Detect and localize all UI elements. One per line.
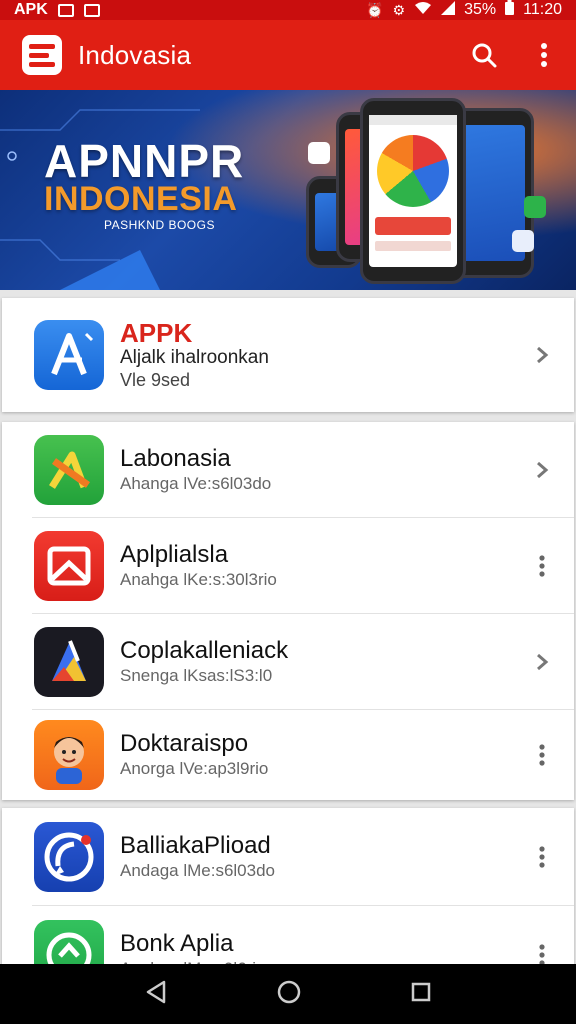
home-icon[interactable] [277,980,301,1009]
aplplialsla-app-icon [34,531,104,601]
list-item-balliakaplioad[interactable]: BalliakaPlioad Andaga lMe:s6l03do [2,808,574,906]
more-vert-icon[interactable] [532,845,552,869]
more-vert-icon[interactable] [532,554,552,578]
back-icon[interactable] [145,980,167,1009]
list-item-title: Coplakalleniack [120,637,289,664]
bonk-aplia-app-icon [34,920,104,968]
clock: 11:20 [523,1,562,18]
app-list-group-1: Labonasia Ahanga lVe:s6l03do Aplplialsla… [2,422,574,800]
status-bar: APK ⏰ ⚙ 35% 11:20 [0,0,576,20]
more-vert-icon[interactable] [528,39,560,71]
list-item-coplakalleniack[interactable]: Coplakalleniack Snenga lKsas:lS3:l0 [2,614,574,710]
list-item-title: Bonk Aplia [120,930,234,957]
banner-tagline: PASHKND BOOGS [104,218,215,232]
doktaraispo-app-icon [34,720,104,790]
app-bar: Indovasia [0,20,576,90]
featured-title: APPK [120,318,193,348]
recents-icon[interactable] [411,982,431,1007]
chevron-right-icon[interactable] [532,650,552,674]
list-item-bonk-aplia[interactable]: Bonk Aplia Anahga lMe:s9l6rio [2,906,574,968]
wifi-icon [414,1,432,20]
banner-phone-center [360,98,466,284]
more-vert-icon[interactable] [532,743,552,767]
featured-subtitle-line1: Aljalk ihalroonkan [120,347,269,368]
banner-subtitle: INDONESIA [44,180,238,218]
mail-icon [83,3,100,17]
chevron-right-icon[interactable] [532,343,552,367]
search-icon[interactable] [468,39,500,71]
signal-icon [441,0,456,20]
banner-bookmark-icon [512,230,534,252]
list-item-subtitle: Andaga lMe:s6l03do [120,861,276,880]
chevron-right-icon[interactable] [532,458,552,482]
list-item-labonasia[interactable]: Labonasia Ahanga lVe:s6l03do [2,422,574,518]
app-title: Indovasia [78,39,192,70]
list-item-subtitle: Anahga lKe:s:30l3rio [120,570,277,589]
system-nav-bar [0,964,576,1024]
list-item-subtitle: Ahanga lVe:s6l03do [120,474,272,493]
battery-icon [505,0,515,20]
promo-banner[interactable]: APNNPR INDONESIA PASHKND BOOGS [0,90,576,290]
banner-chat-icon [524,196,546,218]
settings-icon: ⚙ [392,2,406,18]
list-item-title: Labonasia [120,445,231,472]
featured-subtitle-line2: Vle 9sed [120,370,191,390]
appk-app-icon [34,320,104,390]
balliakaplioad-app-icon [34,822,104,892]
list-item-subtitle: Snenga lKsas:lS3:l0 [120,666,273,685]
banner-video-icon [308,142,330,164]
featured-card[interactable]: APPK Aljalk ihalroonkan Vle 9sed [2,298,574,412]
list-item-subtitle: Anorga lVe:ap3l9rio [120,759,269,778]
list-item-title: Aplplialsla [120,541,229,568]
list-item-title: Doktaraispo [120,730,249,757]
alarm-icon: ⏰ [366,2,384,18]
list-item-title: BalliakaPlioad [120,832,271,859]
battery-percent: 35% [464,1,497,18]
list-item-aplplialsla[interactable]: Aplplialsla Anahga lKe:s:30l3rio [2,518,574,614]
coplakalleniack-app-icon [34,627,104,697]
app-list-group-2: BalliakaPlioad Andaga lMe:s6l03do Bonk A… [2,808,574,968]
status-carrier-text: APK [14,1,48,18]
labonasia-app-icon [34,435,104,505]
list-item-doktaraispo[interactable]: Doktaraispo Anorga lVe:ap3l9rio [2,710,574,800]
image-icon [57,3,74,17]
app-logo-icon [22,35,62,75]
